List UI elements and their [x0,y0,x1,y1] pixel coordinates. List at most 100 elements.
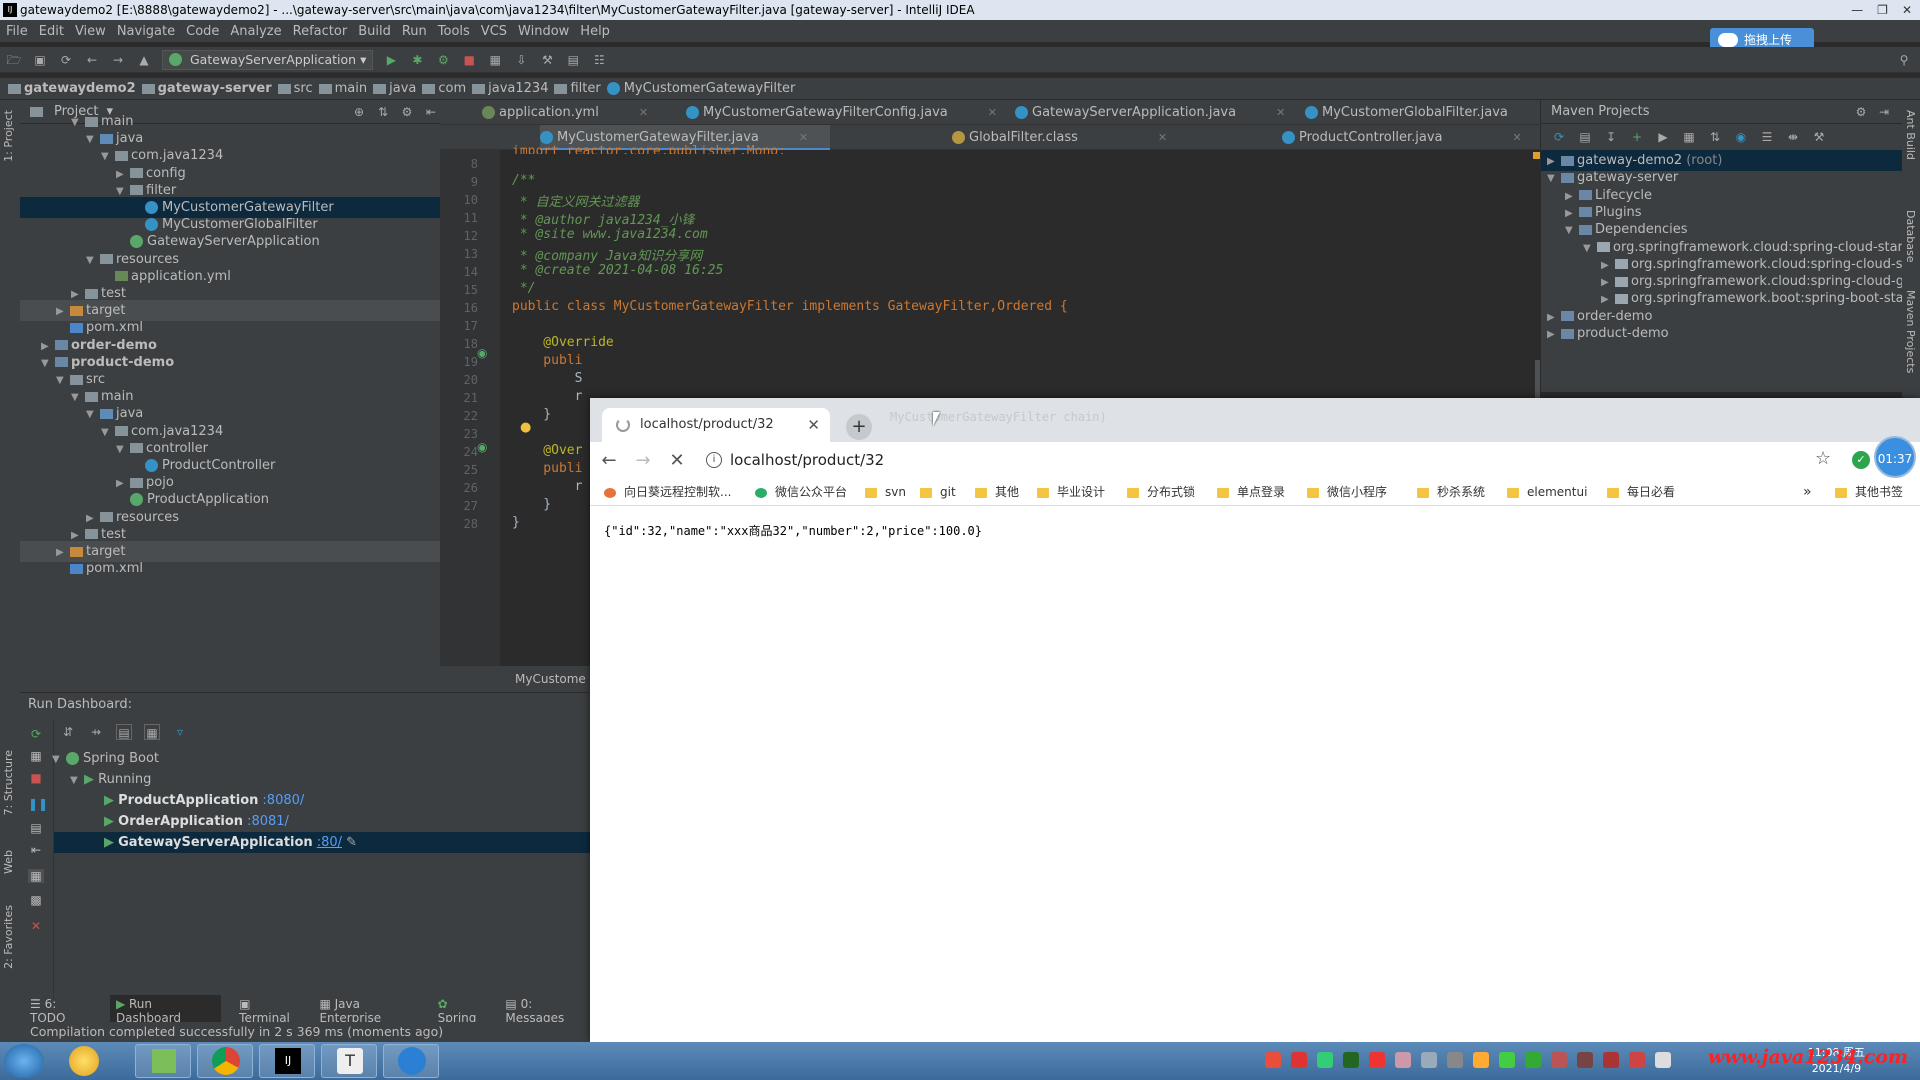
browser-tab[interactable]: localhost/product/32 ✕ [602,408,830,442]
tab-application-yml[interactable]: application.yml ✕ [482,100,648,125]
tray-icon[interactable] [1525,1052,1541,1068]
address-bar[interactable]: i localhost/product/32 [698,446,1828,474]
other-bookmarks[interactable]: 其他书签 [1835,478,1903,506]
sdk-icon[interactable]: ⇩ [513,52,529,68]
bookmark-item[interactable]: 向日葵远程控制软... [604,478,731,506]
layout-icon[interactable]: ▤ [565,52,581,68]
tab-filter-config[interactable]: MyCustomerGatewayFilterConfig.java ✕ [686,100,997,125]
timer-badge[interactable]: 01:37 [1874,436,1916,478]
search-everywhere-icon[interactable]: ⚲ [1896,52,1912,68]
taskbar-app-notepad[interactable] [135,1044,191,1078]
run-app-item[interactable]: ▶ ProductApplication:8080/ [54,790,590,811]
settings-icon[interactable]: ⚒ [1811,129,1827,145]
filter-icon[interactable]: ▿ [172,724,188,740]
close-icon[interactable]: ✕ [1512,131,1521,144]
favorites-tool-tab[interactable]: 2: Favorites [2,905,15,969]
run-tree-root[interactable]: ▼ Spring Boot [52,748,159,769]
console-icon[interactable]: ▤ [28,821,44,835]
structure-tool-tab[interactable]: 7: Structure [2,750,15,815]
collapse-all-icon[interactable]: ⇼ [1785,129,1801,145]
stop-loading-icon[interactable]: ✕ [662,450,692,471]
close-tab-icon[interactable]: ✕ [807,408,820,442]
execute-goal-icon[interactable]: ▦ [1681,129,1697,145]
project-tool-tab[interactable]: 1: Project [2,110,15,162]
close-icon[interactable]: ✕ [1276,106,1285,119]
bookmark-item[interactable]: 微信公众平台 [755,478,847,506]
run-icon[interactable]: ▶ [383,52,399,68]
run-app-item[interactable]: ▶ OrderApplication:8081/ [54,811,590,832]
build-icon[interactable]: ▲ [136,52,152,68]
add-icon[interactable]: + [1629,129,1645,145]
bookmark-star-icon[interactable]: ☆ [1815,448,1831,469]
implement-gutter-icon[interactable]: ◉ [477,440,487,454]
bookmark-item[interactable]: 微信小程序 [1307,478,1387,506]
close-icon[interactable]: ✕ [28,919,44,933]
vcs-icon[interactable]: ☷ [591,52,607,68]
forward-icon[interactable]: → [110,52,126,68]
generate-sources-icon[interactable]: ▤ [1577,129,1593,145]
bookmark-item[interactable]: 分布式锁 [1127,478,1195,506]
tray-icon[interactable] [1499,1052,1515,1068]
download-icon[interactable]: ↧ [1603,129,1619,145]
project-structure-icon[interactable]: ▦ [487,52,503,68]
menu-vcs[interactable]: VCS [481,24,507,39]
run-app-port-link[interactable]: :8081/ [247,814,289,829]
breadcrumb-item[interactable]: java [373,81,416,96]
breadcrumb-item[interactable]: MyCustomerGatewayFilter [606,81,795,96]
reimport-icon[interactable]: ⟳ [1551,129,1567,145]
edit-icon[interactable]: ✎ [342,835,357,850]
tray-icon[interactable] [1265,1052,1281,1068]
layout-icon[interactable]: ▦ [28,869,44,883]
tab-global-filter-class[interactable]: GlobalFilter.class ✕ [952,125,1167,150]
network-icon[interactable] [1655,1052,1671,1068]
menu-build[interactable]: Build [358,24,391,39]
rerun-icon[interactable]: ⟳ [28,727,44,741]
maven-tree-item[interactable]: ▶ product-demo [1541,323,1903,344]
close-icon[interactable]: ✕ [988,106,997,119]
back-icon[interactable]: ← [84,52,100,68]
tray-icon[interactable] [1291,1052,1307,1068]
start-button[interactable] [4,1044,44,1078]
database-tool-tab[interactable]: Database [1904,210,1917,263]
taskbar-app-intellij[interactable]: IJ [259,1044,315,1078]
bookmark-item[interactable]: git [920,478,956,506]
breadcrumb-item[interactable]: main [318,81,367,96]
bookmark-item[interactable]: 毕业设计 [1037,478,1105,506]
save-icon[interactable]: ▣ [32,52,48,68]
bookmark-item[interactable]: 每日必看 [1607,478,1675,506]
implement-gutter-icon[interactable]: ◉ [477,346,487,360]
tray-icon[interactable] [1473,1052,1489,1068]
print-icon[interactable]: ▩ [28,893,44,907]
tab-global-filter[interactable]: MyCustomerGlobalFilter.java✕ [1305,100,1557,125]
taskbar-app-typora[interactable]: T [321,1044,377,1078]
exit-icon[interactable]: ⇤ [28,843,44,857]
run-config-select[interactable]: GatewayServerApplication ▾ [162,49,374,70]
bookmark-item[interactable]: svn [865,478,906,506]
tray-icon[interactable] [1447,1052,1463,1068]
close-icon[interactable]: ✕ [639,106,648,119]
menu-navigate[interactable]: Navigate [117,24,175,39]
more-bookmarks-icon[interactable]: » [1803,478,1812,506]
menu-analyze[interactable]: Analyze [230,24,281,39]
breadcrumb-item[interactable]: java1234 [472,81,548,96]
breadcrumb-item[interactable]: filter [554,81,601,96]
taskbar-app-screen-recorder[interactable] [383,1044,439,1078]
pause-icon[interactable]: ❚❚ [28,797,48,811]
hide-icon[interactable]: ⇥ [1876,104,1892,120]
bookmark-item[interactable]: 其他 [975,478,1019,506]
run-tree-group[interactable]: ▼ ▶ Running [70,769,151,790]
tray-icon[interactable] [1395,1052,1411,1068]
open-folder-icon[interactable]: 🗁 [6,52,22,68]
gear-icon[interactable]: ⚙ [1853,104,1869,120]
forward-icon[interactable]: → [628,450,658,471]
minimize-icon[interactable]: — [1851,0,1863,20]
bookmark-item[interactable]: 单点登录 [1217,478,1285,506]
new-tab-button[interactable]: + [846,414,872,440]
tray-icon[interactable] [1603,1052,1619,1068]
group-by-type-icon[interactable]: ▤ [116,724,132,740]
coverage-icon[interactable]: ⚙ [435,52,451,68]
menu-run[interactable]: Run [402,24,427,39]
menu-file[interactable]: File [6,24,28,39]
group-by-config-icon[interactable]: ▦ [144,724,160,740]
show-dependencies-icon[interactable]: ☰ [1759,129,1775,145]
